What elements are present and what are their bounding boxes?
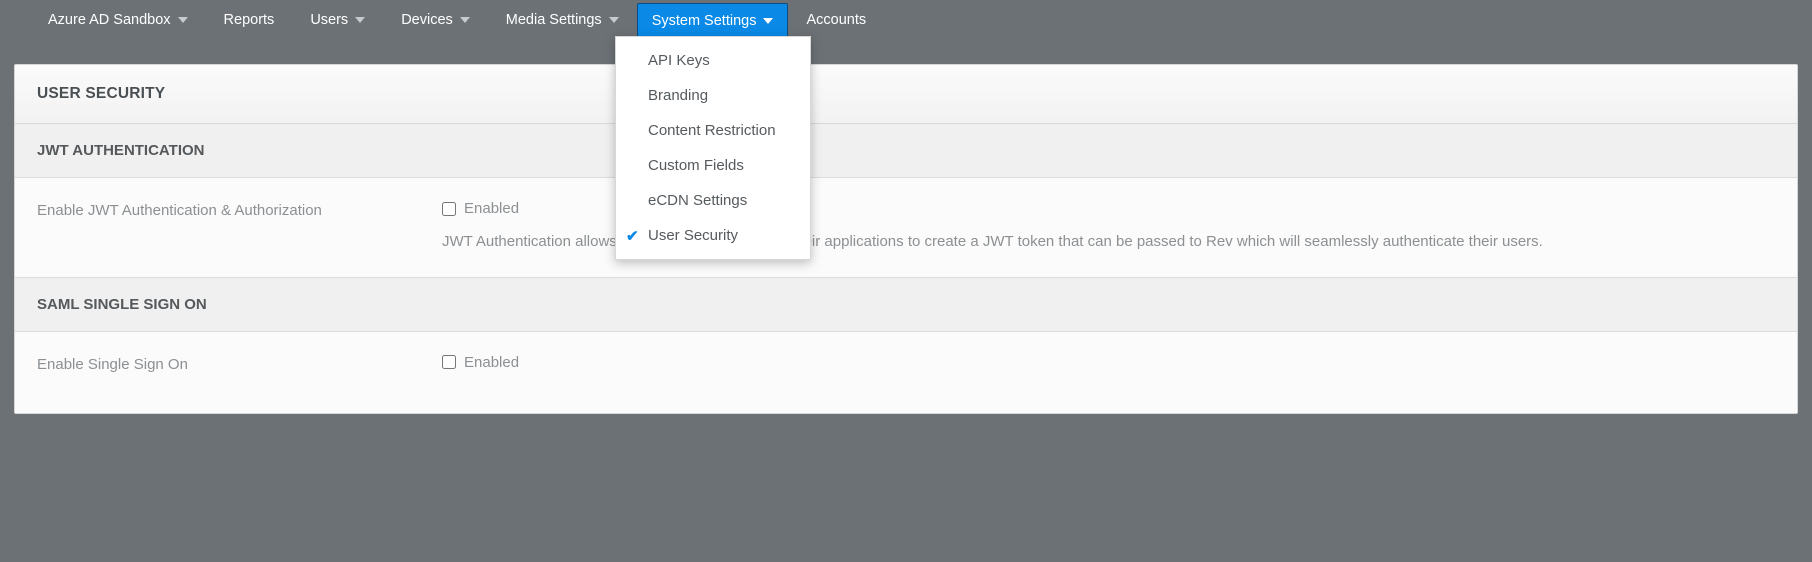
saml-section-header: SAML SINGLE SIGN ON: [15, 278, 1797, 332]
dropdown-item-api-keys[interactable]: ✔ API Keys: [616, 43, 810, 78]
dropdown-item-user-security[interactable]: ✔ User Security: [616, 218, 810, 253]
system-settings-dropdown: ✔ API Keys ✔ Branding ✔ Content Restrict…: [615, 36, 811, 260]
caret-down-icon: [460, 17, 470, 23]
nav-label: Reports: [224, 12, 275, 28]
nav-label: Devices: [401, 12, 453, 28]
nav-media-settings[interactable]: Media Settings: [488, 0, 637, 40]
dropdown-item-ecdn-settings[interactable]: ✔ eCDN Settings: [616, 183, 810, 218]
nav-azure-ad-sandbox[interactable]: Azure AD Sandbox: [30, 0, 206, 40]
saml-checkbox-label: Enabled: [464, 354, 519, 371]
nav-system-settings[interactable]: System Settings: [637, 3, 789, 39]
nav-label: Accounts: [806, 12, 866, 28]
caret-down-icon: [355, 17, 365, 23]
nav-label: Users: [310, 12, 348, 28]
page-body: USER SECURITY JWT AUTHENTICATION Enable …: [0, 40, 1812, 414]
saml-label: Enable Single Sign On: [37, 354, 442, 373]
dropdown-item-custom-fields[interactable]: ✔ Custom Fields: [616, 148, 810, 183]
page-title: USER SECURITY: [15, 65, 1797, 124]
top-nav: Azure AD Sandbox Reports Users Devices M…: [0, 0, 1812, 40]
dropdown-item-label: Branding: [648, 87, 708, 104]
nav-devices[interactable]: Devices: [383, 0, 488, 40]
jwt-section-header: JWT AUTHENTICATION: [15, 124, 1797, 178]
nav-label: Media Settings: [506, 12, 602, 28]
jwt-checkbox-label: Enabled: [464, 200, 519, 217]
dropdown-item-branding[interactable]: ✔ Branding: [616, 78, 810, 113]
caret-down-icon: [763, 18, 773, 24]
dropdown-item-content-restriction[interactable]: ✔ Content Restriction: [616, 113, 810, 148]
check-icon: ✔: [626, 227, 644, 245]
caret-down-icon: [178, 17, 188, 23]
dropdown-item-label: Custom Fields: [648, 157, 744, 174]
nav-reports[interactable]: Reports: [206, 0, 293, 40]
jwt-section-body: Enable JWT Authentication & Authorizatio…: [15, 178, 1797, 278]
dropdown-item-label: Content Restriction: [648, 122, 776, 139]
nav-label: Azure AD Sandbox: [48, 12, 171, 28]
nav-label: System Settings: [652, 13, 757, 29]
nav-accounts[interactable]: Accounts: [788, 0, 884, 40]
jwt-label: Enable JWT Authentication & Authorizatio…: [37, 200, 442, 219]
nav-users[interactable]: Users: [292, 0, 383, 40]
dropdown-item-label: User Security: [648, 227, 738, 244]
saml-section-body: Enable Single Sign On Enabled: [15, 332, 1797, 413]
dropdown-item-label: eCDN Settings: [648, 192, 747, 209]
caret-down-icon: [609, 17, 619, 23]
dropdown-item-label: API Keys: [648, 52, 710, 69]
user-security-panel: USER SECURITY JWT AUTHENTICATION Enable …: [14, 64, 1798, 414]
saml-enabled-checkbox[interactable]: [442, 355, 456, 369]
jwt-enabled-checkbox[interactable]: [442, 202, 456, 216]
